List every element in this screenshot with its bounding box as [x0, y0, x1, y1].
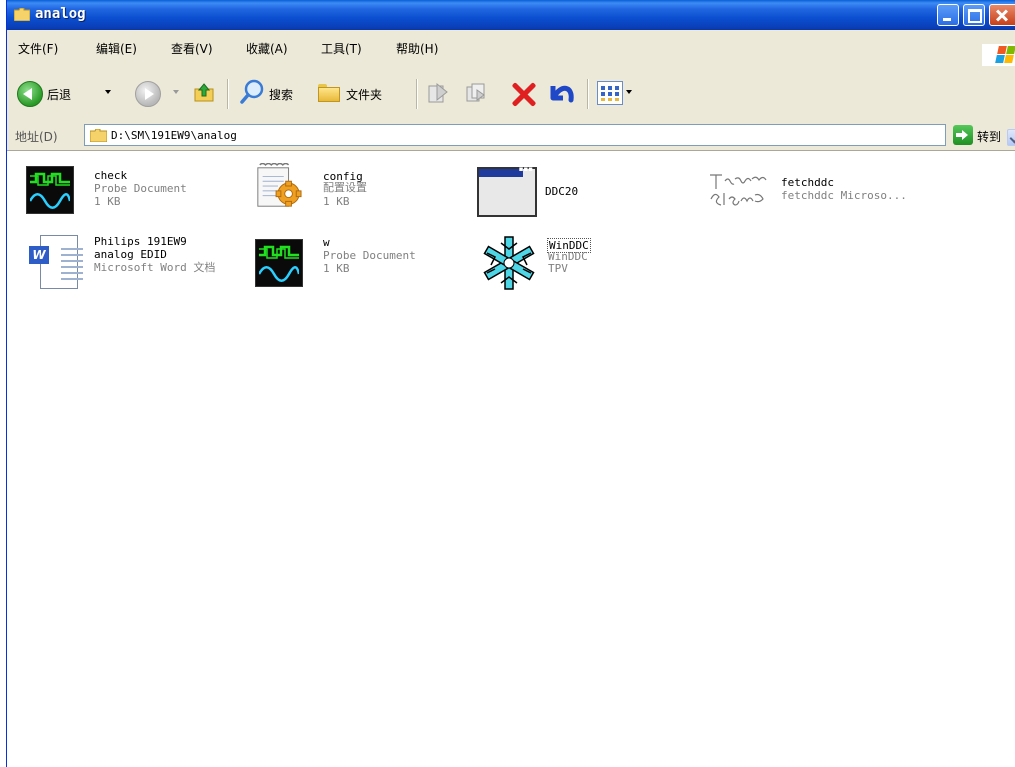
menu-file[interactable]: 文件(F)	[18, 40, 58, 57]
undo-icon[interactable]	[547, 80, 577, 108]
file-type: Microsoft Word 文档	[94, 261, 216, 274]
forward-arrow-icon[interactable]	[135, 81, 161, 107]
menu-view[interactable]: 查看(V)	[171, 40, 213, 57]
file-size: 1 KB	[94, 195, 121, 208]
windows-logo-icon	[982, 44, 1015, 66]
toolbar-separator	[587, 79, 589, 109]
delete-icon[interactable]	[511, 81, 537, 107]
snowflake-icon	[483, 236, 535, 290]
file-name: w	[323, 236, 330, 249]
back-button-label[interactable]: 后退	[47, 86, 71, 103]
toolbar-separator	[227, 79, 229, 109]
back-dropdown-icon[interactable]	[105, 90, 111, 94]
menu-edit[interactable]: 编辑(E)	[96, 40, 137, 57]
address-label: 地址(D)	[15, 130, 58, 144]
address-path: D:\SM\191EW9\analog	[111, 129, 237, 142]
file-type: Probe Document	[94, 182, 187, 195]
title-bar[interactable]: analog	[7, 0, 1015, 30]
copy-to-icon[interactable]	[465, 82, 487, 104]
menu-help[interactable]: 帮助(H)	[396, 40, 438, 57]
file-name: DDC20	[545, 185, 579, 198]
file-name: Philips 191EW9	[94, 235, 187, 248]
address-dropdown-button[interactable]	[1007, 129, 1015, 146]
folder-icon	[14, 8, 30, 21]
toolbar: 后退 搜索 文件夹	[7, 67, 1015, 122]
file-size: 1 KB	[323, 262, 350, 275]
file-name-line2: analog EDID	[94, 248, 167, 261]
config-settings-icon	[257, 163, 302, 207]
folders-button-label[interactable]: 文件夹	[346, 86, 382, 103]
application-window-icon	[477, 165, 537, 217]
close-button[interactable]	[989, 4, 1015, 26]
file-list: check Probe Document 1 KB config 配置设置 1 …	[7, 151, 1015, 767]
up-folder-icon[interactable]	[193, 81, 215, 103]
search-button-label[interactable]: 搜索	[269, 86, 293, 103]
probe-document-icon	[255, 239, 303, 287]
word-document-icon: W	[29, 235, 83, 289]
file-name: check	[94, 169, 128, 182]
file-name: fetchddc	[781, 176, 834, 189]
views-dropdown-icon[interactable]	[626, 90, 632, 94]
forward-dropdown-icon[interactable]	[173, 90, 179, 94]
menu-favorites[interactable]: 收藏(A)	[246, 40, 288, 57]
go-arrow-icon[interactable]	[953, 125, 973, 145]
handwriting-logo-icon	[707, 169, 777, 209]
maximize-button[interactable]	[963, 4, 985, 26]
folder-icon	[90, 129, 107, 142]
file-type: fetchddc Microso...	[781, 189, 907, 202]
toolbar-separator	[416, 79, 418, 109]
menu-tools[interactable]: 工具(T)	[321, 40, 362, 57]
file-type: 配置设置	[323, 181, 367, 194]
explorer-window: analog 文件(F) 编辑(E) 查看(V) 收藏(A) 工具(T) 帮助(…	[6, 0, 1015, 767]
search-icon[interactable]	[239, 79, 265, 105]
address-input[interactable]: D:\SM\191EW9\analog	[84, 124, 1015, 146]
back-arrow-icon[interactable]	[17, 81, 43, 107]
minimize-button[interactable]	[937, 4, 959, 26]
go-button-label[interactable]: 转到	[977, 128, 1001, 145]
move-to-icon[interactable]	[427, 82, 449, 104]
probe-document-icon	[26, 166, 74, 214]
address-bar: 地址(D) D:\SM\191EW9\analog 转到	[7, 121, 1015, 151]
menu-bar: 文件(F) 编辑(E) 查看(V) 收藏(A) 工具(T) 帮助(H)	[7, 30, 1015, 68]
file-type: Probe Document	[323, 249, 416, 262]
folders-icon[interactable]	[318, 84, 340, 102]
file-size: 1 KB	[323, 195, 350, 208]
window-title: analog	[35, 6, 86, 22]
file-company: TPV	[548, 262, 568, 275]
views-icon[interactable]	[597, 81, 623, 105]
